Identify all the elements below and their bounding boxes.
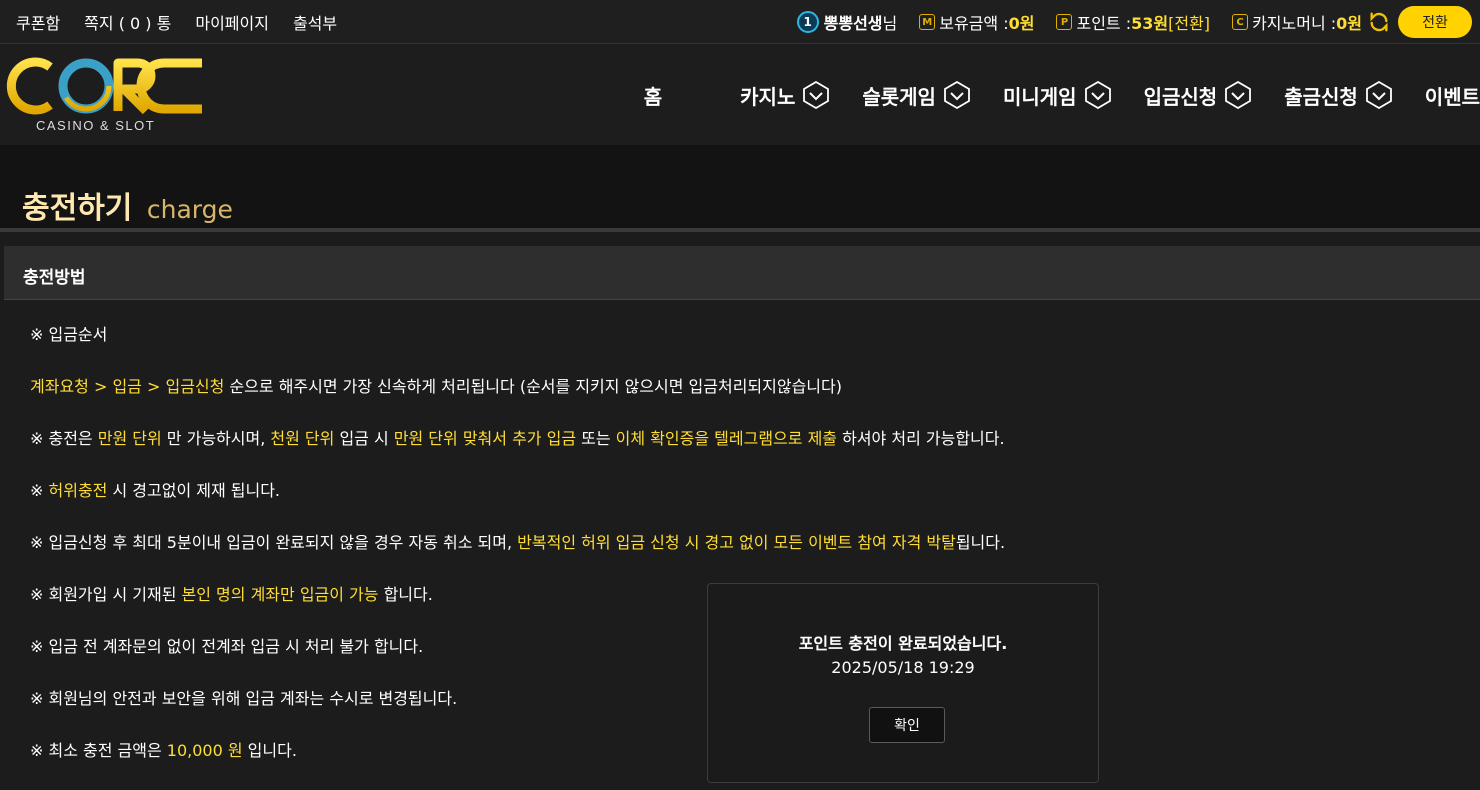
instruction-text: ※ 입금순서 — [30, 325, 108, 344]
instruction-text: 순으로 해주시면 가장 신속하게 처리됩니다 (순서를 지키지 않으시면 입금처… — [224, 377, 842, 396]
instruction-line: ※ 최소 충전 금액은 10,000 원 입니다. — [30, 737, 297, 761]
nav-minigame[interactable]: 미니게임 — [1003, 81, 1112, 110]
instruction-line: 계좌요청 > 입금 > 입금신청 순으로 해주시면 가장 신속하게 처리됩니다 … — [30, 373, 842, 397]
nav-slot-label: 슬롯게임 — [862, 84, 936, 109]
points-label: 포인트 : — [1076, 14, 1132, 33]
highlight-text: 10,000 원 — [166, 741, 243, 760]
highlight-text: 만원 단위 맞춰서 추가 입금 — [393, 429, 577, 448]
account-info: 1 뽕뽕선생 님 M 보유금액 : 0원 P 포인트 : 53원 [전환] C … — [796, 0, 1472, 44]
dialog-message: 포인트 충전이 완료되었습니다. — [798, 634, 1008, 653]
instruction-text: 입금 시 — [334, 429, 394, 448]
page-title-sub: charge — [146, 195, 233, 224]
nav-withdraw[interactable]: 출금신청 — [1284, 81, 1393, 110]
panel-header: 충전방법 — [4, 246, 1480, 300]
highlight-text: 만원 단위 — [97, 429, 162, 448]
highlight-text: 본인 명의 계좌만 입금이 가능 — [181, 585, 379, 604]
nav-slot[interactable]: 슬롯게임 — [862, 81, 971, 110]
header: CASINO & SLOT 홈 카지노 슬롯게임 미니게임 입금신청 출금신청 … — [0, 45, 1480, 145]
chevron-badge-icon — [803, 81, 830, 109]
refresh-icon[interactable] — [1368, 11, 1390, 33]
convert-button[interactable]: 전환 — [1398, 6, 1472, 38]
instruction-text: 됩니다. — [955, 533, 1006, 552]
page-title-area: 충전하기 charge — [0, 145, 1480, 231]
points-value: 53원 — [1131, 14, 1169, 33]
points-convert-link[interactable]: [전환] — [1168, 10, 1210, 34]
instruction-text: ※ — [30, 481, 49, 500]
balance-label: 보유금액 : — [939, 14, 1009, 33]
username: 뽕뽕선생 — [823, 14, 883, 33]
points-info: P 포인트 : 53원 [전환] — [1056, 10, 1210, 34]
chevron-badge-icon — [1084, 81, 1111, 109]
instruction-text: 만 가능하시며, — [161, 429, 271, 448]
instruction-text: 또는 — [576, 429, 616, 448]
attendance-link[interactable]: 출석부 — [293, 10, 337, 34]
username-suffix: 님 — [882, 14, 898, 33]
instruction-text: 하셔야 처리 가능합니다. — [837, 429, 1005, 448]
instruction-text: 시 경고없이 제재 됩니다. — [107, 481, 281, 500]
instruction-line: ※ 회원님의 안전과 보안을 위해 입금 계좌는 수시로 변경됩니다. — [30, 685, 457, 709]
highlight-text: 이체 확인증을 텔레그램으로 제출 — [615, 429, 838, 448]
instruction-line: ※ 입금순서 — [30, 321, 107, 345]
notice-dialog: 포인트 충전이 완료되었습니다. 2025/05/18 19:29 확인 — [707, 583, 1099, 783]
nav-event[interactable]: 이벤트 — [1425, 81, 1480, 110]
user-info: 1 뽕뽕선생 님 — [796, 10, 898, 34]
instruction-text: ※ 회원가입 시 기재된 — [30, 585, 182, 604]
core-logo[interactable]: CASINO & SLOT — [2, 55, 206, 137]
top-links: 쿠폰함 쪽지 ( 0 ) 통 마이페이지 출석부 — [16, 0, 337, 44]
messages-link[interactable]: 쪽지 ( 0 ) 통 — [84, 10, 171, 34]
nav-minigame-label: 미니게임 — [1002, 84, 1077, 109]
page-title-main: 충전하기 — [22, 191, 133, 226]
logo-mark — [6, 57, 202, 115]
casino-money-info: C 카지노머니 : 0원 — [1232, 10, 1390, 34]
instruction-text: 입니다. — [242, 741, 297, 760]
highlight-text: 천원 단위 — [270, 429, 335, 448]
nav-casino-label: 카지노 — [740, 84, 796, 109]
chevron-badge-icon — [1225, 81, 1252, 109]
instruction-text: ※ 최소 충전 금액은 — [30, 741, 167, 760]
nav-home-label: 홈 — [643, 84, 663, 109]
casino-money-value: 0원 — [1336, 14, 1362, 33]
confirm-button[interactable]: 확인 — [869, 707, 945, 743]
money-icon: M — [919, 14, 936, 30]
nav-casino[interactable]: 카지노 — [740, 81, 830, 110]
dialog-timestamp: 2025/05/18 19:29 — [831, 658, 975, 677]
instruction-line: ※ 충전은 만원 단위 만 가능하시며, 천원 단위 입금 시 만원 단위 맞춰… — [30, 425, 1005, 449]
points-icon: P — [1056, 14, 1073, 30]
chevron-badge-icon — [1365, 81, 1392, 109]
balance-value: 0원 — [1008, 14, 1035, 33]
balance-info: M 보유금액 : 0원 — [919, 10, 1034, 34]
level-badge-icon: 1 — [796, 11, 819, 33]
panel-heading: 충전방법 — [23, 268, 86, 288]
title-divider — [0, 228, 1480, 232]
instruction-line: ※ 입금신청 후 최대 5분이내 입금이 완료되지 않을 경우 자동 취소 되며… — [30, 529, 1005, 553]
instruction-text: ※ 회원님의 안전과 보안을 위해 입금 계좌는 수시로 변경됩니다. — [30, 689, 458, 708]
chevron-badge-icon — [944, 81, 970, 109]
instruction-line: ※ 회원가입 시 기재된 본인 명의 계좌만 입금이 가능 합니다. — [30, 581, 433, 605]
highlight-text: 반복적인 허위 입금 신청 시 경고 없이 모든 이벤트 참여 자격 박탈 — [517, 533, 956, 552]
page-title: 충전하기 charge — [22, 183, 233, 227]
top-bar: 쿠폰함 쪽지 ( 0 ) 통 마이페이지 출석부 1 뽕뽕선생 님 M 보유금액… — [0, 0, 1480, 44]
casino-coin-icon: C — [1232, 14, 1249, 30]
logo-subtitle: CASINO & SLOT — [36, 118, 156, 133]
highlight-text: 허위충전 — [48, 481, 108, 500]
instruction-text: ※ 입금신청 후 최대 5분이내 입금이 완료되지 않을 경우 자동 취소 되며… — [30, 533, 518, 552]
mypage-link[interactable]: 마이페이지 — [195, 10, 269, 34]
instruction-text: 합니다. — [378, 585, 433, 604]
nav-deposit-label: 입금신청 — [1143, 84, 1218, 109]
main-nav: 홈 카지노 슬롯게임 미니게임 입금신청 출금신청 이벤트 — [644, 45, 1480, 145]
instruction-line: ※ 허위충전 시 경고없이 제재 됩니다. — [30, 477, 280, 501]
nav-deposit[interactable]: 입금신청 — [1144, 81, 1253, 110]
instruction-text: ※ 입금 전 계좌문의 없이 전계좌 입금 시 처리 불가 합니다. — [30, 637, 424, 656]
highlight-text: 계좌요청 > 입금 > 입금신청 — [30, 377, 225, 396]
nav-event-label: 이벤트 — [1424, 84, 1480, 109]
casino-money-label: 카지노머니 : — [1252, 14, 1337, 33]
nav-home[interactable]: 홈 — [644, 81, 662, 110]
nav-withdraw-label: 출금신청 — [1284, 84, 1358, 109]
instruction-text: ※ 충전은 — [30, 429, 98, 448]
instruction-line: ※ 입금 전 계좌문의 없이 전계좌 입금 시 처리 불가 합니다. — [30, 633, 423, 657]
coupon-link[interactable]: 쿠폰함 — [16, 10, 60, 34]
